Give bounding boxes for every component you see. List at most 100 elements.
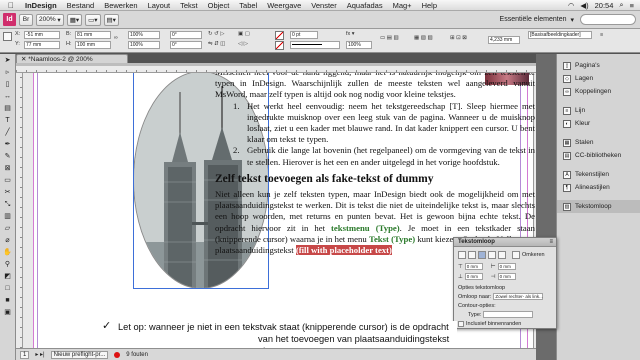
offset-right-field[interactable]: 0 mm (497, 273, 516, 280)
panel-color[interactable]: ◐ Kleur (557, 117, 640, 130)
scale-y-field[interactable]: 100% (128, 41, 160, 49)
menu-aquafadas[interactable]: Aquafadas (342, 1, 388, 10)
menu-table[interactable]: Tabel (234, 1, 262, 10)
gradient-tool-icon[interactable]: ▥ (3, 212, 13, 222)
content-collector-icon[interactable]: ▤ (3, 104, 13, 114)
panel-layers[interactable]: ◇ Lagen (557, 72, 640, 85)
contour-type-dropdown[interactable] (483, 311, 534, 318)
no-wrap-icon[interactable] (458, 251, 466, 259)
reference-point-icon[interactable] (3, 32, 12, 41)
rectangle-tool-icon[interactable]: ▭ (3, 176, 13, 186)
include-edges-checkbox[interactable] (458, 321, 464, 327)
free-transform-tool-icon[interactable]: ⤡ (3, 200, 13, 210)
wrap-object-shape-icon[interactable] (478, 251, 486, 259)
screen-mode-button[interactable]: ▭▾ (85, 13, 101, 26)
text-wrap-icons[interactable]: ▦ ▧ ▨ (414, 35, 433, 41)
offset-bottom-field[interactable]: 0 mm (464, 273, 483, 280)
offset-left-field[interactable]: 0 mm (497, 263, 516, 270)
preflight-profile-dropdown[interactable]: Nieuw preflight-pr... (50, 350, 109, 359)
text-wrap-panel[interactable]: Tekstomloop ≡ Omkeren ⊤ 0 mm ⊢ 0 mm ⊥ 0 … (453, 237, 557, 329)
pencil-tool-icon[interactable]: ✎ (3, 152, 13, 162)
opacity-field[interactable]: 100% (346, 41, 372, 49)
menu-view[interactable]: Weergave (262, 1, 306, 10)
scale-x-field[interactable]: 100% (128, 31, 160, 39)
fill-stroke-icon[interactable]: ◩ (3, 272, 13, 282)
panel-stroke[interactable]: ≡ Lijn (557, 104, 640, 117)
wifi-icon[interactable]: ◠ (568, 1, 575, 10)
object-style-dropdown[interactable]: [Basisafbeeldingkader] (528, 31, 592, 39)
offset-top-field[interactable]: 0 mm (464, 263, 483, 270)
menu-edit[interactable]: Bewerken (99, 1, 142, 10)
preflight-errors[interactable]: 9 fouten (126, 352, 148, 358)
apply-color-icon[interactable]: ■ (3, 296, 13, 306)
menu-layout[interactable]: Layout (143, 1, 176, 10)
jump-object-icon[interactable] (488, 251, 496, 259)
menu-type[interactable]: Tekst (175, 1, 203, 10)
fill-swatch[interactable] (275, 31, 284, 40)
rectangle-frame-tool-icon[interactable]: ⊠ (3, 164, 13, 174)
menu-window[interactable]: Venster (306, 1, 341, 10)
selection-tool-icon[interactable]: ➤ (3, 56, 13, 66)
select-container-icon[interactable]: ▣ ▢ (238, 31, 250, 37)
panel-text-wrap[interactable]: ▨ Tekstomloop (557, 200, 640, 213)
page-number-field[interactable]: 1 (20, 350, 30, 359)
shear-field[interactable]: 0° (170, 41, 202, 49)
workspace-switcher[interactable]: Essentiële elementen ▾ (500, 16, 574, 24)
type-tool-icon[interactable]: T (3, 116, 13, 126)
flip-icon[interactable]: ⇋ ⇵ ◫ (208, 41, 225, 47)
panel-character-styles[interactable]: A Tekenstijlen (557, 168, 640, 181)
text-wrap-panel-header[interactable]: Tekstomloop ≡ (454, 238, 556, 247)
fitting-icons[interactable]: ⊞ ⊡ ⊠ (450, 35, 467, 41)
menu-object[interactable]: Object (203, 1, 235, 10)
constrain-proportions-icon[interactable]: ∞ (114, 35, 118, 41)
corner-size-field[interactable]: 4,233 mm (488, 36, 520, 44)
notification-icon[interactable]: ≡ (630, 1, 634, 10)
panel-swatches[interactable]: ▦ Stalen (557, 136, 640, 149)
vertical-ruler[interactable] (16, 73, 23, 348)
panel-menu-icon[interactable]: ≡ (549, 239, 553, 245)
panel-paragraph-styles[interactable]: ¶ Alineastijlen (557, 181, 640, 194)
stroke-type-dropdown[interactable] (290, 41, 340, 49)
pen-tool-icon[interactable]: ✒ (3, 140, 13, 150)
volume-icon[interactable]: ◀) (580, 1, 588, 10)
y-field[interactable]: 77 mm (24, 41, 60, 49)
screen-mode-icon[interactable]: ▣ (3, 308, 13, 318)
view-options-button[interactable]: ▦▾ (66, 13, 83, 26)
formatting-container-icon[interactable]: □ (3, 284, 13, 294)
body-text-frame[interactable]: Misschien heel voor de hand liggend, maa… (215, 73, 535, 256)
gap-tool-icon[interactable]: ↔ (3, 92, 13, 102)
search-icon[interactable]: ⌕ (619, 0, 623, 10)
wrap-bounding-box-icon[interactable] (468, 251, 476, 259)
zoom-dropdown[interactable]: 200% ▾ (36, 13, 64, 26)
panel-cc-libraries[interactable]: ▤ CC-bibliotheken (557, 149, 640, 162)
help-search-input[interactable] (580, 14, 636, 25)
hand-tool-icon[interactable]: ✋ (3, 248, 13, 258)
arrange-documents-button[interactable]: ▤▾ (103, 13, 119, 26)
eyedropper-tool-icon[interactable]: ⌀ (3, 236, 13, 246)
bridge-button[interactable]: Br (19, 13, 33, 26)
fx-icon[interactable]: fx ▾ (346, 31, 355, 37)
page-nav-icon[interactable]: ▸ ▸| (35, 351, 44, 358)
panel-menu-icon[interactable]: ≡ (600, 32, 603, 38)
menu-mag-plus[interactable]: Mag+ (388, 1, 417, 10)
stroke-swatch[interactable] (275, 41, 284, 50)
select-content-icon[interactable]: ◁ ▷ (238, 41, 248, 47)
x-field[interactable]: -51 mm (24, 31, 60, 39)
menu-app-name[interactable]: InDesign (20, 1, 62, 10)
height-field[interactable]: 100 mm (75, 41, 111, 49)
panel-pages[interactable]: ▯ Pagina's (557, 59, 640, 72)
jump-next-column-icon[interactable] (498, 251, 506, 259)
invert-checkbox[interactable] (512, 251, 520, 259)
note-tool-icon[interactable]: ▱ (3, 224, 13, 234)
width-field[interactable]: 81 mm (75, 31, 111, 39)
apple-icon[interactable]:  (0, 1, 20, 10)
scissors-tool-icon[interactable]: ✂ (3, 188, 13, 198)
zoom-tool-icon[interactable]: ⚲ (3, 260, 13, 270)
direct-selection-tool-icon[interactable]: ▹ (3, 68, 13, 78)
stroke-weight-field[interactable]: 0 pt (290, 31, 318, 39)
wrap-to-dropdown[interactable]: Zowel rechter- als link... (493, 293, 544, 300)
horizontal-ruler[interactable] (16, 66, 536, 73)
rotate-cw-icon[interactable]: ↻ ↺ ▷ (208, 31, 225, 37)
menu-help[interactable]: Help (417, 1, 442, 10)
page-tool-icon[interactable]: ▯ (3, 80, 13, 90)
